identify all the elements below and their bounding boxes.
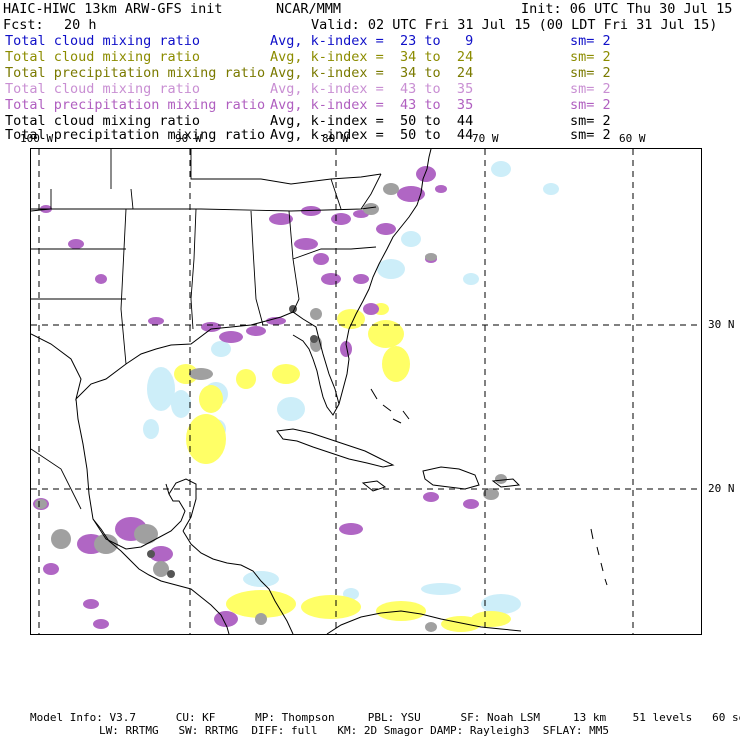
lon-label-80w: 80 W	[322, 132, 349, 145]
precip-yellow-3	[337, 309, 365, 329]
legend-field-1: Total cloud mixing ratio	[5, 49, 201, 65]
legend-sm-6: sm= 2	[570, 127, 611, 143]
precip-yellow-4	[368, 320, 404, 348]
precip-purple-6	[246, 326, 266, 336]
lon-label-100w: 100 W	[20, 132, 54, 145]
cloud-gray-1	[51, 529, 71, 549]
forecast-hour: 20 h	[64, 17, 97, 33]
cloud-gray-5	[189, 368, 213, 380]
precip-purple-29	[43, 563, 59, 575]
cloud-light-blue-10	[377, 259, 405, 279]
precip-purple-19	[331, 213, 351, 225]
cloud-light-blue-11	[401, 231, 421, 247]
precip-yellow-0	[186, 414, 226, 464]
legend-sm-0: sm= 2	[570, 33, 611, 49]
legend-avg-3: Avg, k-index = 43 to 35	[270, 81, 474, 97]
forecast-label: Fcst:	[3, 17, 44, 33]
precip-purple-27	[423, 492, 439, 502]
precip-purple-4	[201, 322, 221, 332]
precip-yellow-1	[199, 385, 223, 413]
lon-label-70w: 70 W	[472, 132, 499, 145]
precip-purple-14	[376, 223, 396, 235]
cloud-light-blue-16	[543, 183, 559, 195]
precip-purple-28	[463, 499, 479, 509]
precip-yellow-12	[236, 369, 256, 389]
precip-yellow-7	[301, 595, 361, 619]
model-info-line1: Model Info: V3.7 CU: KF MP: Thompson PBL…	[30, 711, 740, 724]
cloud-gray-8	[363, 203, 379, 215]
precip-purple-3	[148, 317, 164, 325]
legend-avg-0: Avg, k-index = 23 to 9	[270, 33, 474, 49]
precip-purple-30	[83, 599, 99, 609]
precip-purple-11	[353, 274, 369, 284]
precip-purple-12	[363, 303, 379, 315]
cloud-dark-3	[167, 570, 175, 578]
precip-purple-10	[321, 273, 341, 285]
cloud-gray-14	[425, 622, 437, 632]
legend-sm-1: sm= 2	[570, 49, 611, 65]
legend-field-4: Total precipitation mixing ratio	[5, 97, 266, 113]
legend-avg-4: Avg, k-index = 43 to 35	[270, 97, 474, 113]
model-title: HAIC-HIWC 13km ARW-GFS init	[3, 1, 223, 17]
cloud-dark-2	[147, 550, 155, 558]
cloud-gray-13	[255, 613, 267, 625]
forecast-map-page: HAIC-HIWC 13km ARW-GFS init NCAR/MMM Ini…	[0, 0, 740, 740]
precip-purple-33	[435, 185, 447, 193]
cloud-dark-1	[310, 335, 318, 343]
lat-label-30n: 30 N	[708, 318, 735, 331]
precip-purple-31	[93, 619, 109, 629]
cloud-gray-4	[153, 561, 169, 577]
cloud-gray-9	[383, 183, 399, 195]
precip-yellow-5	[382, 346, 410, 382]
cloud-light-blue-0	[147, 367, 175, 411]
cloud-light-blue-14	[421, 583, 461, 595]
cloud-gray-12	[495, 474, 507, 484]
legend-sm-2: sm= 2	[570, 65, 611, 81]
legend-field-5: Total cloud mixing ratio	[5, 113, 201, 129]
precip-purple-1	[68, 239, 84, 249]
legend-field-2: Total precipitation mixing ratio	[5, 65, 266, 81]
legend-avg-5: Avg, k-index = 50 to 44	[270, 113, 474, 129]
cloud-gray-6	[310, 308, 322, 320]
precip-purple-16	[416, 166, 436, 182]
init-time: Init: 06 UTC Thu 30 Jul 15	[521, 1, 733, 17]
lon-label-60w: 60 W	[619, 132, 646, 145]
coastlines	[31, 149, 608, 634]
legend-sm-4: sm= 2	[570, 97, 611, 113]
legend-avg-2: Avg, k-index = 34 to 24	[270, 65, 474, 81]
cloud-gray-3	[134, 524, 158, 544]
legend-field-3: Total cloud mixing ratio	[5, 81, 201, 97]
legend-avg-6: Avg, k-index = 50 to 44	[270, 127, 474, 143]
legend-sm-5: sm= 2	[570, 113, 611, 129]
cloud-gray-10	[425, 253, 437, 261]
precip-purple-2	[95, 274, 107, 284]
precip-purple-5	[219, 331, 243, 343]
cloud-light-blue-6	[277, 397, 305, 421]
legend-field-0: Total cloud mixing ratio	[5, 33, 201, 49]
map-canvas	[31, 149, 701, 634]
precip-purple-9	[313, 253, 329, 265]
legend-sm-3: sm= 2	[570, 81, 611, 97]
lon-label-90w: 90 W	[175, 132, 202, 145]
field-shading	[33, 161, 559, 632]
precip-purple-8	[294, 238, 318, 250]
legend-avg-1: Avg, k-index = 34 to 24	[270, 49, 474, 65]
precip-yellow-11	[272, 364, 300, 384]
cloud-light-blue-4	[143, 419, 159, 439]
organization: NCAR/MMM	[276, 1, 342, 17]
model-info-line2: LW: RRTMG SW: RRTMG DIFF: full KM: 2D Sm…	[99, 724, 609, 737]
cloud-gray-0	[35, 499, 47, 509]
weather-map	[30, 148, 702, 635]
cloud-light-blue-3	[211, 341, 231, 357]
precip-yellow-10	[471, 611, 511, 627]
cloud-light-blue-7	[481, 594, 521, 614]
lat-label-20n: 20 N	[708, 482, 735, 495]
cloud-light-blue-15	[491, 161, 511, 177]
cloud-light-blue-12	[463, 273, 479, 285]
cloud-light-blue-13	[243, 571, 279, 587]
valid-time: Valid: 02 UTC Fri 31 Jul 15 (00 LDT Fri …	[311, 17, 718, 33]
cloud-light-blue-1	[171, 390, 191, 418]
precip-purple-26	[339, 523, 363, 535]
